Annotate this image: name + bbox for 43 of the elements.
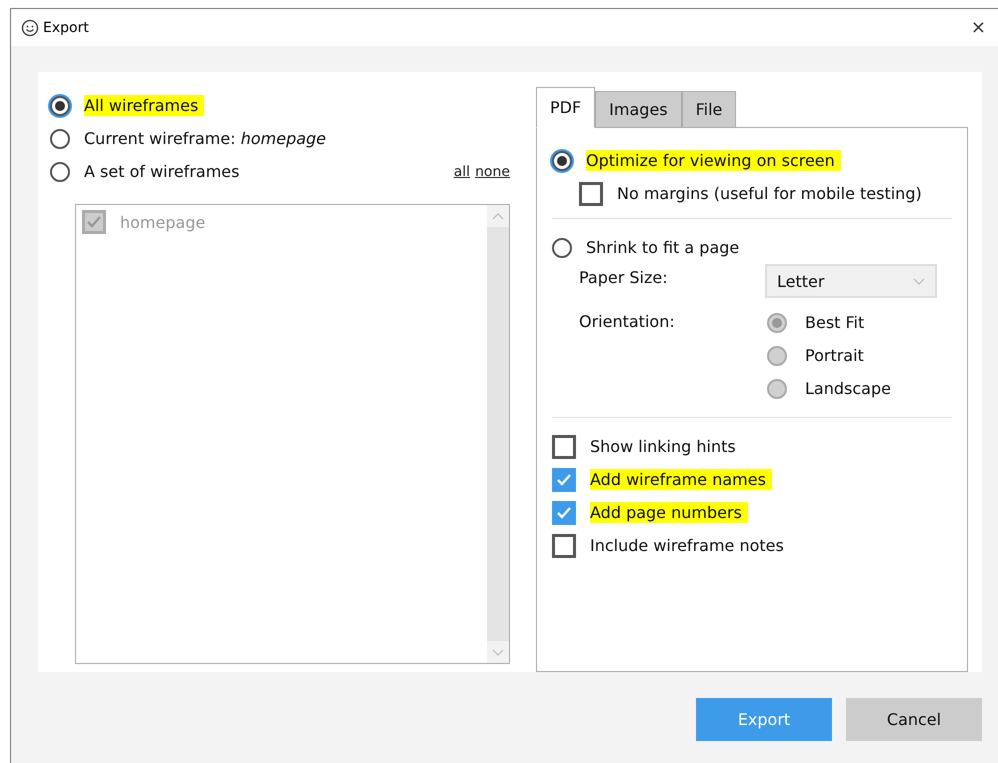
radio-label: Current wireframe: homepage [84, 128, 328, 149]
checkbox-label: Include wireframe notes [590, 535, 785, 556]
radio-button[interactable] [50, 96, 70, 116]
tab[interactable]: PDF [536, 87, 596, 128]
radio-label: Shrink to fit a page [586, 237, 740, 258]
tab[interactable]: File [682, 91, 736, 128]
checkbox-label: Add wireframe names [590, 469, 772, 490]
scroll-down-icon [492, 648, 504, 656]
radio-label: Landscape [805, 378, 892, 399]
checkbox[interactable] [552, 500, 576, 524]
checkbox[interactable] [552, 534, 576, 558]
close-button[interactable]: × [966, 17, 990, 38]
radio-button[interactable] [552, 150, 572, 170]
scrollbar[interactable] [487, 205, 509, 663]
field-label: Paper Size: [579, 267, 669, 288]
check-icon [86, 215, 102, 229]
caret-icon [913, 278, 925, 284]
select-link[interactable]: all [454, 164, 470, 180]
check-icon [556, 472, 572, 486]
radio-label: Optimize for viewing on screen [586, 150, 841, 171]
tab[interactable]: Images [595, 91, 682, 128]
checkbox[interactable] [552, 434, 576, 458]
paper-size-dropdown[interactable]: Letter [765, 264, 937, 298]
radio-button[interactable] [50, 162, 70, 182]
radio-label: All wireframes [84, 95, 204, 116]
checkbox-label: Add page numbers [590, 502, 748, 523]
checkbox-label: No margins (useful for mobile testing) [617, 183, 923, 204]
list-item-label: homepage [120, 212, 206, 232]
radio-label: A set of wireframes [84, 161, 240, 182]
scroll-up-icon [492, 212, 504, 220]
field-label: Orientation: [579, 311, 676, 332]
radio-label: Best Fit [805, 312, 866, 333]
check-icon [556, 506, 572, 520]
select-link[interactable]: none [475, 164, 510, 180]
radio-button[interactable] [552, 238, 572, 258]
checkbox-label: Show linking hints [590, 436, 737, 457]
checkbox[interactable] [579, 182, 603, 206]
window-title: Export [43, 20, 90, 36]
checkbox[interactable] [552, 468, 576, 492]
smiley-icon [21, 18, 39, 36]
radio-button[interactable] [50, 128, 70, 148]
radio-label: Portrait [805, 345, 865, 366]
cancel-button[interactable]: Cancel [846, 698, 982, 741]
